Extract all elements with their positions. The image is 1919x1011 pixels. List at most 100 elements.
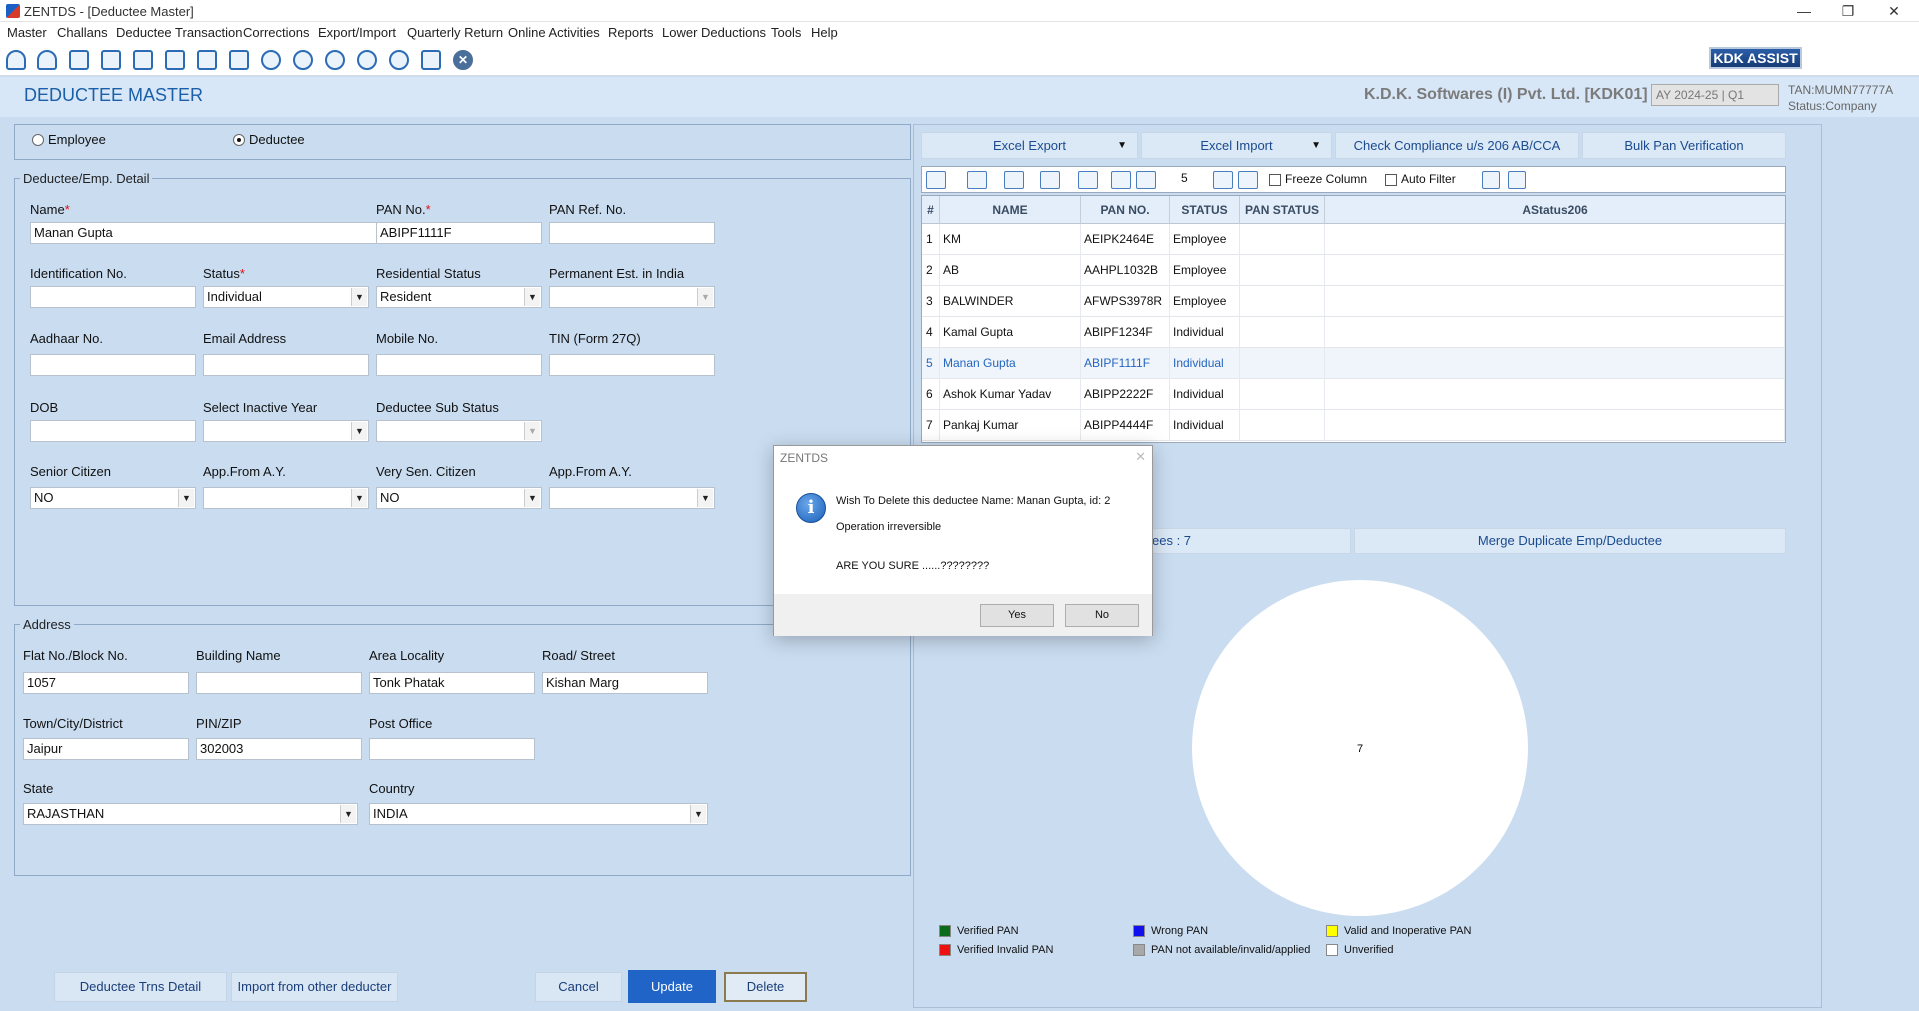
chevron-down-icon[interactable]: ▼ [524,489,540,507]
table-row[interactable]: 5 Manan Gupta ABIPF1111F Individual [922,348,1785,379]
state-select[interactable]: RAJASTHAN ▼ [23,803,358,825]
minimize-icon[interactable]: — [1792,2,1816,20]
users-icon[interactable] [34,48,60,72]
town-input[interactable]: Jaipur [23,738,189,760]
auto-filter-label[interactable]: Auto Filter [1401,172,1456,186]
cell-pan-status[interactable] [1240,255,1325,286]
delete-button[interactable]: Delete [724,972,807,1002]
cell-pan[interactable]: ABIPF1111F [1081,348,1170,379]
cell-pan-status[interactable] [1240,410,1325,441]
cell-pan[interactable]: ABIPF1234F [1081,317,1170,348]
deductee-trns-detail-button[interactable]: Deductee Trns Detail [54,972,227,1002]
cell-status[interactable]: Individual [1170,348,1240,379]
cell-pan-status[interactable] [1240,286,1325,317]
form24q-icon[interactable] [130,48,156,72]
menu-reports[interactable]: Reports [608,25,654,40]
tds27q-icon[interactable] [322,48,348,72]
chevron-down-icon[interactable]: ▼ [697,489,713,507]
employee-radio-label[interactable]: Employee [48,132,106,147]
chevron-down-icon[interactable]: ▼ [351,489,367,507]
tds26q-icon[interactable] [290,48,316,72]
tin-input[interactable] [549,354,715,376]
tds24q-icon[interactable] [258,48,284,72]
cell-index[interactable]: 5 [922,348,940,379]
senior-citizen-select[interactable]: NO ▼ [30,487,196,509]
cell-pan[interactable]: AFWPS3978R [1081,286,1170,317]
dialog-no-button[interactable]: No [1065,604,1139,627]
cell-name[interactable]: Pankaj Kumar [940,410,1081,441]
page-number[interactable]: 5 [1181,171,1188,185]
cell-pan[interactable]: ABIPP4444F [1081,410,1170,441]
auto-filter-checkbox[interactable] [1385,174,1397,186]
cell-index[interactable]: 2 [922,255,940,286]
cell-pan[interactable]: AAHPL1032B [1081,255,1170,286]
excel-export-button[interactable]: Excel Export ▼ [921,132,1138,159]
tds-logo-icon[interactable] [386,48,412,72]
cell-astatus206[interactable] [1325,410,1785,441]
cell-name[interactable]: KM [940,224,1081,255]
cell-name[interactable]: BALWINDER [940,286,1081,317]
residential-status-select[interactable]: Resident ▼ [376,286,542,308]
permanent-est-select[interactable]: ▼ [549,286,715,308]
menu-challans[interactable]: Challans [57,25,108,40]
cell-status[interactable]: Individual [1170,379,1240,410]
cell-pan-status[interactable] [1240,317,1325,348]
table-row[interactable]: 6 Ashok Kumar Yadav ABIPP2222F Individual [922,379,1785,410]
sub-status-select[interactable]: ▼ [376,420,542,442]
menu-online-activities[interactable]: Online Activities [508,25,600,40]
cell-name[interactable]: Kamal Gupta [940,317,1081,348]
update-button[interactable]: Update [628,970,716,1003]
merge-duplicate-button[interactable]: Merge Duplicate Emp/Deductee [1354,528,1786,554]
close-window-icon[interactable]: ✕ [1882,2,1906,20]
col-header-index[interactable]: # [922,196,940,224]
col-header-status[interactable]: STATUS [1170,196,1240,224]
find-next-icon[interactable] [1508,171,1526,189]
cell-index[interactable]: 4 [922,317,940,348]
flat-input[interactable]: 1057 [23,672,189,694]
column-chooser-icon[interactable] [1078,171,1098,189]
chevron-down-icon[interactable]: ▼ [351,422,367,440]
name-input[interactable]: Manan Gupta [30,222,385,244]
excel-icon[interactable] [926,171,946,189]
form26q-icon[interactable] [162,48,188,72]
area-input[interactable]: Tonk Phatak [369,672,535,694]
cell-astatus206[interactable] [1325,348,1785,379]
cell-astatus206[interactable] [1325,224,1785,255]
table-row[interactable]: 7 Pankaj Kumar ABIPP4444F Individual [922,410,1785,441]
dob-input[interactable] [30,420,196,442]
cell-pan[interactable]: ABIPP2222F [1081,379,1170,410]
post-office-input[interactable] [369,738,535,760]
employee-icon[interactable] [98,48,124,72]
cell-index[interactable]: 3 [922,286,940,317]
previous-page-icon[interactable] [1136,171,1156,189]
dropdown-arrow-icon[interactable]: ▼ [1311,133,1321,158]
deductee-icon[interactable] [66,48,92,72]
cell-astatus206[interactable] [1325,255,1785,286]
status-select[interactable]: Individual ▼ [203,286,369,308]
deductee-radio-label[interactable]: Deductee [249,132,305,147]
freeze-column-checkbox[interactable] [1269,174,1281,186]
form27eq-icon[interactable] [226,48,252,72]
cell-index[interactable]: 1 [922,224,940,255]
cell-index[interactable]: 7 [922,410,940,441]
cell-astatus206[interactable] [1325,286,1785,317]
kdk-assist-button[interactable]: KDK ASSIST [1709,47,1802,69]
save-icon[interactable] [967,171,987,189]
col-header-astatus206[interactable]: AStatus206 [1325,196,1785,224]
table-row[interactable]: 2 AB AAHPL1032B Employee [922,255,1785,286]
menu-quarterly-return[interactable]: Quarterly Return [407,25,503,40]
email-input[interactable] [203,354,369,376]
form27q-icon[interactable] [194,48,220,72]
cell-pan-status[interactable] [1240,348,1325,379]
building-input[interactable] [196,672,362,694]
cell-astatus206[interactable] [1325,317,1785,348]
table-row[interactable]: 1 KM AEIPK2464E Employee [922,224,1785,255]
group-icon[interactable] [3,48,29,72]
very-senior-select[interactable]: NO ▼ [376,487,542,509]
cancel-button[interactable]: Cancel [535,972,622,1002]
pan-input[interactable]: ABIPF1111F [376,222,542,244]
mobile-input[interactable] [376,354,542,376]
col-header-pan-status[interactable]: PAN STATUS [1240,196,1325,224]
inactive-year-select[interactable]: ▼ [203,420,369,442]
chevron-down-icon[interactable]: ▼ [351,288,367,306]
